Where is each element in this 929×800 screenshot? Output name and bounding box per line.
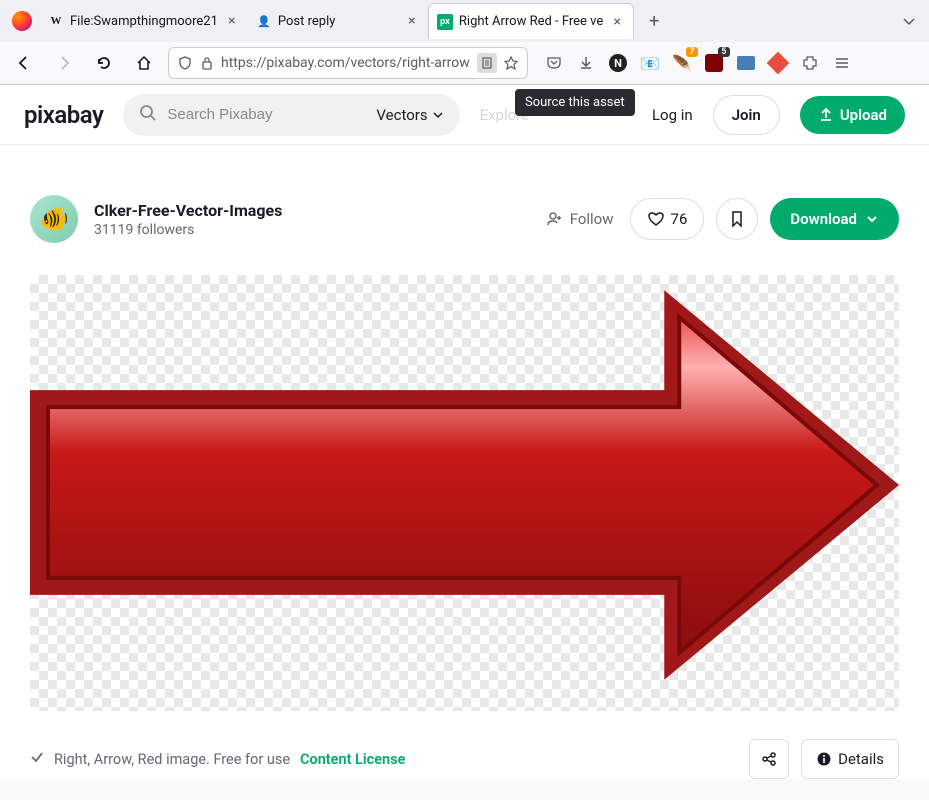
- chevron-down-icon: [865, 212, 879, 226]
- upload-button[interactable]: Upload: [800, 96, 905, 134]
- browser-chrome: W File:Swampthingmoore21 × 👤 Post reply …: [0, 0, 929, 85]
- author-row: 🐠 Clker-Free-Vector-Images 31119 followe…: [30, 195, 899, 243]
- close-icon[interactable]: ×: [609, 14, 625, 30]
- close-icon[interactable]: ×: [224, 13, 240, 29]
- close-icon[interactable]: ×: [404, 13, 420, 29]
- nav-bar: https://pixabay.com/vectors/right-arrow …: [0, 42, 929, 84]
- browser-tab-1[interactable]: 👤 Post reply ×: [248, 3, 428, 39]
- join-button[interactable]: Join: [713, 95, 780, 135]
- details-button[interactable]: Details: [801, 739, 899, 779]
- downloads-icon[interactable]: [576, 53, 596, 73]
- shield-icon: [177, 55, 193, 71]
- avatar[interactable]: 🐠: [30, 195, 78, 243]
- follow-label: Follow: [570, 210, 614, 228]
- forward-button[interactable]: [48, 47, 80, 79]
- ublock-icon[interactable]: 5: [704, 53, 724, 73]
- extensions-icon[interactable]: [800, 53, 820, 73]
- follow-icon: [546, 210, 564, 228]
- tabs-dropdown-icon[interactable]: [893, 5, 925, 37]
- new-tab-button[interactable]: +: [638, 5, 670, 37]
- pocket-icon[interactable]: [544, 53, 564, 73]
- reload-button[interactable]: [88, 47, 120, 79]
- footer-row: Right, Arrow, Red image. Free for use Co…: [30, 739, 899, 779]
- reader-mode-icon[interactable]: [477, 53, 497, 73]
- browser-tab-0[interactable]: W File:Swampthingmoore21 ×: [40, 3, 248, 39]
- extension-icons: N 📧 🪶 7 5: [544, 53, 852, 73]
- url-bar[interactable]: https://pixabay.com/vectors/right-arrow: [168, 47, 528, 79]
- search-icon: [139, 104, 157, 126]
- image-caption: Right, Arrow, Red image. Free for use: [54, 751, 290, 768]
- extension-icon[interactable]: [768, 53, 788, 73]
- author-name[interactable]: Clker-Free-Vector-Images: [94, 201, 522, 220]
- extension-icon[interactable]: N: [608, 53, 628, 73]
- menu-icon[interactable]: [832, 53, 852, 73]
- site-header: pixabay Vectors Explore Log in Join Uplo…: [0, 85, 929, 145]
- share-icon: [761, 751, 777, 767]
- pixabay-logo[interactable]: pixabay: [24, 101, 103, 129]
- tooltip: Source this asset: [515, 89, 635, 116]
- details-label: Details: [838, 750, 884, 768]
- search-category-dropdown[interactable]: Vectors: [376, 106, 443, 124]
- firefox-icon: [12, 11, 32, 31]
- wikipedia-icon: W: [48, 13, 64, 29]
- upload-label: Upload: [840, 106, 887, 124]
- bookmark-star-icon[interactable]: [503, 55, 519, 71]
- red-arrow-image: [30, 275, 899, 711]
- chevron-down-icon: [432, 109, 444, 121]
- bookmark-button[interactable]: [716, 198, 758, 240]
- lock-icon: [199, 55, 215, 71]
- follow-button[interactable]: Follow: [546, 210, 614, 228]
- author-info: Clker-Free-Vector-Images 31119 followers: [94, 201, 522, 238]
- action-buttons: 76 Download: [630, 198, 899, 240]
- heart-icon: [647, 210, 665, 228]
- upload-icon: [818, 107, 834, 123]
- search-input[interactable]: [167, 106, 366, 123]
- tab-title: Post reply: [278, 14, 398, 29]
- share-button[interactable]: [749, 739, 789, 779]
- bookmark-icon: [729, 210, 745, 228]
- content: 🐠 Clker-Free-Vector-Images 31119 followe…: [0, 145, 929, 779]
- like-count: 76: [671, 210, 688, 228]
- tab-title: File:Swampthingmoore21: [70, 14, 218, 29]
- info-icon: [816, 751, 832, 767]
- footer-buttons: Details: [749, 739, 899, 779]
- pixabay-icon: px: [437, 14, 453, 30]
- badge: 5: [718, 47, 730, 57]
- tab-title: Right Arrow Red - Free ve: [459, 14, 603, 29]
- image-preview[interactable]: [30, 275, 899, 711]
- extension-icon[interactable]: 🪶 7: [672, 53, 692, 73]
- extension-icon[interactable]: 📧: [640, 53, 660, 73]
- like-button[interactable]: 76: [630, 198, 705, 240]
- browser-tab-2[interactable]: px Right Arrow Red - Free ve ×: [428, 3, 634, 39]
- license-link[interactable]: Content License: [300, 751, 405, 768]
- search-bar[interactable]: Vectors: [123, 94, 459, 136]
- login-link[interactable]: Log in: [652, 106, 693, 124]
- check-icon: [30, 750, 44, 768]
- tab-bar: W File:Swampthingmoore21 × 👤 Post reply …: [0, 0, 929, 42]
- url-text: https://pixabay.com/vectors/right-arrow: [221, 55, 471, 71]
- badge: 7: [686, 47, 698, 57]
- category-label: Vectors: [376, 106, 427, 124]
- extension-icon[interactable]: [736, 53, 756, 73]
- home-button[interactable]: [128, 47, 160, 79]
- download-label: Download: [790, 210, 857, 228]
- author-followers: 31119 followers: [94, 222, 522, 238]
- download-button[interactable]: Download: [770, 198, 899, 240]
- back-button[interactable]: [8, 47, 40, 79]
- user-icon: 👤: [256, 13, 272, 29]
